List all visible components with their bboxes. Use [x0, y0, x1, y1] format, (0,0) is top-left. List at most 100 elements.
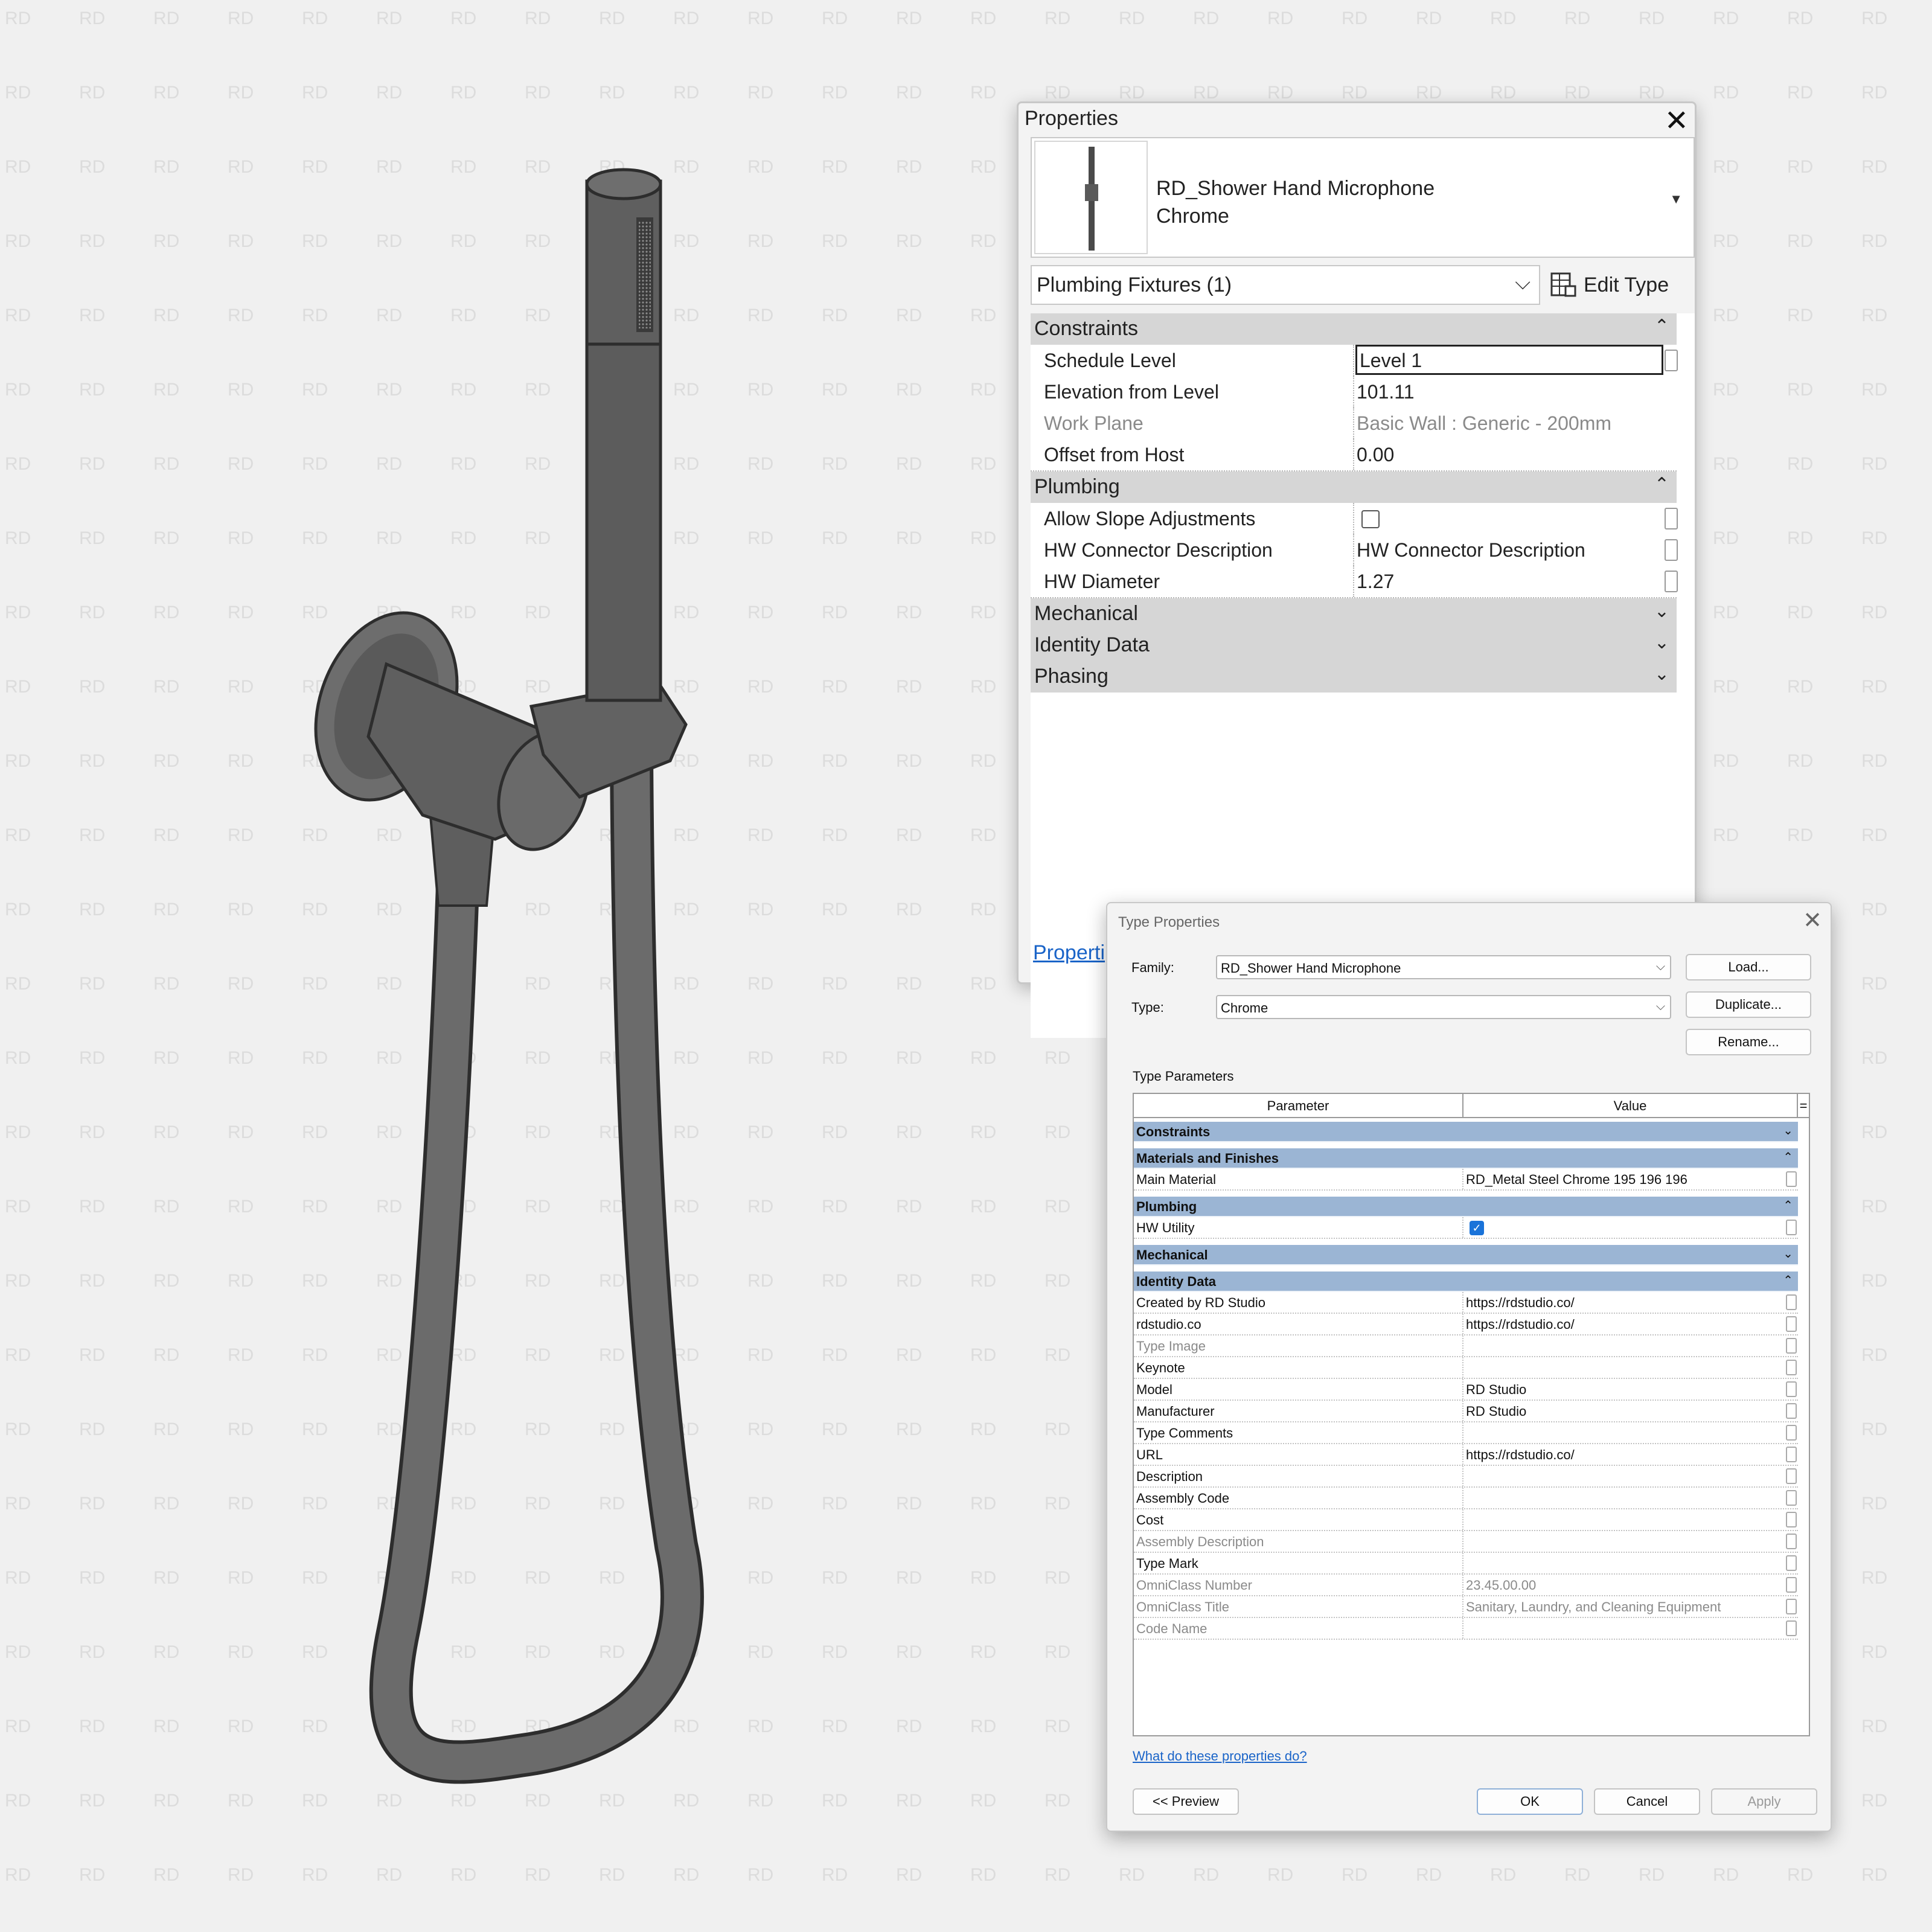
watermark-text: RD	[1861, 1865, 1887, 1885]
close-icon[interactable]: ✕	[1665, 103, 1689, 139]
watermark-text: RD	[1861, 825, 1887, 845]
watermark-text: RD	[970, 677, 996, 697]
watermark-text: RD	[1861, 1345, 1887, 1365]
param-name: OmniClass Number	[1136, 1578, 1252, 1593]
watermark-text: RD	[1267, 8, 1293, 28]
watermark-text: RD	[1713, 454, 1739, 474]
hand-shower-handle	[585, 336, 662, 702]
section-mechanical[interactable]: Mechanical ⌄	[1031, 598, 1677, 630]
watermark-text: RD	[970, 751, 996, 771]
cancel-button[interactable]: Cancel	[1594, 1788, 1700, 1815]
watermark-text: RD	[1564, 8, 1590, 28]
watermark-text: RD	[970, 231, 996, 251]
section-plumbing[interactable]: Plumbing ⌃	[1134, 1197, 1798, 1217]
watermark-text: RD	[970, 1122, 996, 1142]
param-row[interactable]: Created by RD Studio https://rdstudio.co/	[1134, 1292, 1798, 1314]
collapse-icon[interactable]: ⌃	[1654, 474, 1669, 495]
param-name: Type Mark	[1136, 1556, 1198, 1571]
duplicate-button[interactable]: Duplicate...	[1686, 991, 1811, 1018]
watermark-text: RD	[1861, 528, 1887, 548]
hw-utility-checkbox[interactable]: ✓	[1470, 1221, 1484, 1235]
type-properties-dialog[interactable]: Type Properties ✕ Family: RD_Shower Hand…	[1106, 902, 1832, 1832]
watermark-text: RD	[970, 305, 996, 325]
section-mechanical[interactable]: Mechanical ⌄	[1134, 1245, 1798, 1265]
column-sort-button[interactable]: =	[1798, 1094, 1809, 1118]
watermark-text: RD	[1713, 825, 1739, 845]
close-icon[interactable]: ✕	[1803, 907, 1822, 934]
section-identity-data[interactable]: Identity Data ⌄	[1031, 630, 1677, 661]
watermark-text: RD	[1044, 1865, 1070, 1885]
column-parameter: Parameter	[1134, 1094, 1463, 1118]
watermark-text: RD	[1861, 1494, 1887, 1514]
prop-row[interactable]: HW Diameter 1.27	[1031, 566, 1678, 598]
type-dropdown[interactable]: Chrome ⌵	[1216, 995, 1671, 1019]
expand-icon[interactable]: ⌄	[1654, 601, 1669, 622]
param-name: rdstudio.co	[1136, 1317, 1201, 1332]
param-row[interactable]: Model RD Studio	[1134, 1379, 1798, 1401]
param-row[interactable]: HW Utility ✓	[1134, 1217, 1798, 1239]
type-parameters-grid: Parameter Value = Constraints ⌄ Materials…	[1133, 1093, 1810, 1736]
watermark-text: RD	[1861, 974, 1887, 994]
watermark-text: RD	[970, 1494, 996, 1514]
section-constraints[interactable]: Constraints ⌃	[1031, 313, 1677, 345]
chevron-down-icon: ⌵	[1655, 1000, 1665, 1013]
expand-icon[interactable]: ⌄	[1654, 664, 1669, 685]
dialog-title: Type Properties	[1118, 914, 1220, 930]
collapse-icon[interactable]: ⌃	[1654, 316, 1669, 337]
param-row[interactable]: Manufacturer RD Studio	[1134, 1401, 1798, 1422]
param-name: Created by RD Studio	[1136, 1295, 1265, 1310]
param-row[interactable]: Keynote	[1134, 1357, 1798, 1379]
help-link[interactable]: What do these properties do?	[1133, 1748, 1307, 1764]
prop-row[interactable]: HW Connector Description HW Connector De…	[1031, 534, 1678, 567]
param-row[interactable]: Type Comments	[1134, 1422, 1798, 1444]
watermark-text: RD	[970, 900, 996, 920]
prop-row[interactable]: Allow Slope Adjustments	[1031, 503, 1678, 536]
section-phasing[interactable]: Phasing ⌄	[1031, 661, 1677, 693]
watermark-text: RD	[1861, 1716, 1887, 1736]
expand-icon[interactable]: ⌄	[1654, 632, 1669, 653]
edit-type-button[interactable]: Edit Type	[1550, 265, 1669, 305]
prop-row[interactable]: Schedule Level Level 1	[1031, 345, 1678, 377]
watermark-text: RD	[1713, 305, 1739, 325]
ok-button[interactable]: OK	[1477, 1788, 1583, 1815]
watermark-text: RD	[1861, 231, 1887, 251]
watermark-text: RD	[1787, 528, 1813, 548]
param-row[interactable]: Assembly Code	[1134, 1488, 1798, 1509]
category-filter[interactable]: Plumbing Fixtures (1) ⌵	[1031, 265, 1540, 305]
param-name: Model	[1136, 1382, 1172, 1397]
watermark-text: RD	[1861, 157, 1887, 177]
param-row[interactable]: Type Mark	[1134, 1553, 1798, 1575]
param-row[interactable]: Description	[1134, 1466, 1798, 1488]
rename-button[interactable]: Rename...	[1686, 1029, 1811, 1055]
properties-help-link[interactable]: Properti	[1033, 941, 1105, 965]
schedule-level-input[interactable]: Level 1	[1355, 345, 1663, 375]
section-plumbing[interactable]: Plumbing ⌃	[1031, 472, 1677, 503]
prop-row: Work Plane Basic Wall : Generic - 200mm	[1031, 408, 1677, 440]
section-materials[interactable]: Materials and Finishes ⌃	[1134, 1148, 1798, 1169]
section-constraints[interactable]: Constraints ⌄	[1134, 1122, 1798, 1142]
allow-slope-checkbox[interactable]	[1361, 510, 1380, 528]
watermark-text: RD	[1787, 83, 1813, 103]
prop-row[interactable]: Elevation from Level 101.11	[1031, 376, 1677, 409]
watermark-text: RD	[970, 1865, 996, 1885]
load-button[interactable]: Load...	[1686, 954, 1811, 980]
family-name: RD_Shower Hand Microphone	[1156, 177, 1435, 200]
param-row[interactable]: URL https://rdstudio.co/	[1134, 1444, 1798, 1466]
watermark-text: RD	[1787, 751, 1813, 771]
param-row[interactable]: rdstudio.co https://rdstudio.co/	[1134, 1314, 1798, 1335]
section-identity-data[interactable]: Identity Data ⌃	[1134, 1271, 1798, 1292]
param-row[interactable]: Main Material RD_Metal Steel Chrome 195 …	[1134, 1169, 1798, 1191]
param-row[interactable]: Cost	[1134, 1509, 1798, 1531]
column-value: Value	[1463, 1094, 1798, 1118]
family-dropdown[interactable]: RD_Shower Hand Microphone ⌵	[1216, 955, 1671, 979]
properties-palette[interactable]: Properties ✕ RD_Shower Hand Microphone C…	[1017, 101, 1697, 1038]
type-selector[interactable]: RD_Shower Hand Microphone Chrome ▼	[1031, 137, 1695, 258]
chevron-down-icon[interactable]: ▼	[1669, 191, 1683, 207]
watermark-text: RD	[1861, 1419, 1887, 1439]
preview-button[interactable]: << Preview	[1133, 1788, 1239, 1815]
watermark-text: RD	[1044, 83, 1070, 103]
prop-row[interactable]: Offset from Host 0.00	[1031, 439, 1677, 472]
watermark-text: RD	[1713, 157, 1739, 177]
watermark-text: RD	[1044, 1494, 1070, 1514]
apply-button[interactable]: Apply	[1711, 1788, 1817, 1815]
